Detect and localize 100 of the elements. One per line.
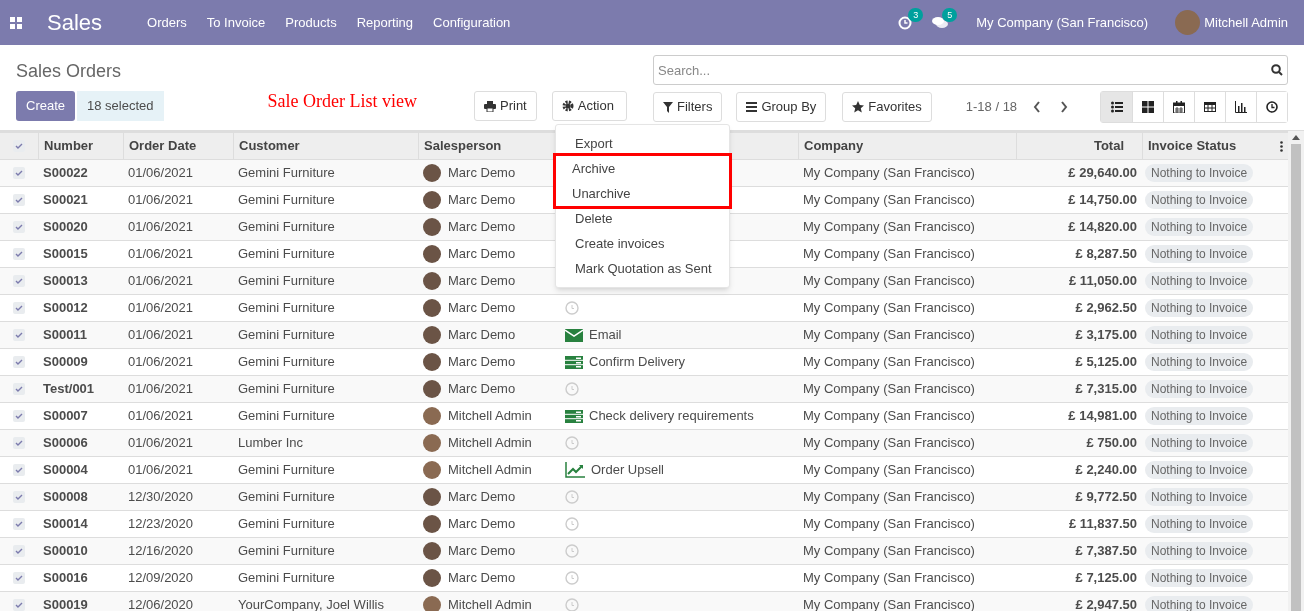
checkbox[interactable] xyxy=(13,572,25,584)
checkbox[interactable] xyxy=(13,248,25,260)
table-cell-text: £ 11,050.00 xyxy=(1069,272,1137,291)
avatar xyxy=(423,164,441,182)
table-cell-text: Mitchell Admin xyxy=(448,407,532,426)
checkbox[interactable] xyxy=(13,518,25,530)
checkbox[interactable] xyxy=(13,329,25,341)
checkbox[interactable] xyxy=(13,167,25,179)
menu-item[interactable]: To Invoice xyxy=(206,12,266,33)
checkbox[interactable] xyxy=(13,275,25,287)
menu-item[interactable]: Orders xyxy=(147,12,187,33)
server-icon[interactable] xyxy=(565,355,583,369)
view-switch-button[interactable] xyxy=(1101,92,1132,122)
chevron-left-icon[interactable] xyxy=(1033,101,1042,113)
table-cell-text: £ 5,125.00 xyxy=(1075,353,1137,372)
column-header[interactable]: Salesperson xyxy=(424,136,502,156)
menu-item[interactable]: Create invoices xyxy=(556,231,729,256)
company-switcher[interactable]: My Company (San Francisco) xyxy=(976,12,1149,33)
table-cell-text: S00014 xyxy=(43,515,88,534)
apps-grid-icon[interactable] xyxy=(10,16,22,29)
table-cell-text: £ 29,640.00 xyxy=(1068,164,1137,183)
table-cell-text: 12/16/2020 xyxy=(128,542,194,561)
search-field[interactable]: Search... xyxy=(653,55,1288,85)
table-cell-text: £ 7,125.00 xyxy=(1075,569,1137,588)
table-cell-text: S00016 xyxy=(43,569,88,588)
scrollbar[interactable] xyxy=(1288,131,1304,611)
table-cell-text: £ 750.00 xyxy=(1086,434,1137,453)
table-cell-text: £ 2,240.00 xyxy=(1075,461,1137,480)
table-cell-text: My Company (San Francisco) xyxy=(803,434,975,453)
table-cell-text: 12/09/2020 xyxy=(128,569,194,588)
table-cell-text: Gemini Furniture xyxy=(238,164,335,183)
table-cell-text: Marc Demo xyxy=(448,515,516,534)
checkbox[interactable] xyxy=(13,545,25,557)
checkbox[interactable] xyxy=(13,302,25,314)
avatar xyxy=(423,488,441,506)
table-cell-text: £ 2,962.50 xyxy=(1075,299,1137,318)
table-cell-text: My Company (San Francisco) xyxy=(803,164,975,183)
menu-item[interactable]: Mark Quotation as Sent xyxy=(556,256,729,281)
menu-item[interactable]: Products xyxy=(285,12,337,33)
table-cell-text: £ 14,820.00 xyxy=(1068,218,1137,237)
server-icon[interactable] xyxy=(565,409,583,423)
table-cell-text: Gemini Furniture xyxy=(238,299,335,318)
print-button[interactable]: Print xyxy=(474,91,537,121)
menu-item[interactable]: Delete xyxy=(556,206,729,231)
checkbox[interactable] xyxy=(13,383,25,395)
menu-item[interactable]: Configuration xyxy=(433,12,511,33)
checkbox[interactable] xyxy=(13,410,25,422)
table-cell-text: My Company (San Francisco) xyxy=(803,515,975,534)
checkbox[interactable] xyxy=(13,194,25,206)
checkbox[interactable] xyxy=(13,221,25,233)
avatar xyxy=(423,515,441,533)
table-cell-text: My Company (San Francisco) xyxy=(803,353,975,372)
filter-button[interactable]: Filters xyxy=(653,92,723,122)
column-header[interactable]: Customer xyxy=(239,136,300,156)
filter-button[interactable]: Favorites xyxy=(842,92,932,122)
table-cell-text: S00011 xyxy=(43,326,88,345)
menu-item[interactable]: Unarchive xyxy=(556,181,729,206)
trend-chart-icon[interactable] xyxy=(565,462,585,478)
table-cell-text: 01/06/2021 xyxy=(128,380,194,399)
table-cell-text: Marc Demo xyxy=(448,326,516,345)
avatar xyxy=(423,353,441,371)
column-header[interactable]: Total xyxy=(1093,136,1124,156)
checkbox[interactable] xyxy=(13,491,25,503)
column-header[interactable]: Invoice Status xyxy=(1148,136,1237,156)
selection-count: 18 selected xyxy=(77,91,164,121)
menu-item[interactable]: Reporting xyxy=(356,12,413,33)
avatar xyxy=(423,434,441,452)
menu-item[interactable]: Export xyxy=(556,131,729,156)
printer-icon xyxy=(484,100,496,112)
status-badge: Nothing to Invoice xyxy=(1145,245,1254,263)
column-header[interactable]: Number xyxy=(44,136,94,156)
create-button[interactable]: Create xyxy=(16,91,76,121)
clock-icon xyxy=(1266,101,1278,113)
checkbox[interactable] xyxy=(13,437,25,449)
table-cell-text: £ 7,315.00 xyxy=(1075,380,1137,399)
table-cell-text: Mitchell Admin xyxy=(448,596,532,611)
envelope-icon[interactable] xyxy=(565,328,583,342)
filter-button[interactable]: Group By xyxy=(736,92,827,122)
checkbox[interactable] xyxy=(13,599,25,611)
table-cell-text: 01/06/2021 xyxy=(128,299,194,318)
status-badge: Nothing to Invoice xyxy=(1145,380,1254,398)
status-badge: Nothing to Invoice xyxy=(1145,218,1254,236)
avatar xyxy=(423,569,441,587)
table-cell-text: £ 11,837.50 xyxy=(1069,515,1137,534)
user-menu[interactable]: Mitchell Admin xyxy=(1204,12,1288,33)
menu-item[interactable]: Archive xyxy=(556,156,729,181)
checkbox[interactable] xyxy=(13,464,25,476)
checkbox[interactable] xyxy=(13,140,25,152)
action-button[interactable]: Action xyxy=(551,91,627,121)
status-badge: Nothing to Invoice xyxy=(1145,434,1254,452)
column-header[interactable]: Order Date xyxy=(129,136,197,156)
table-cell-text: 01/06/2021 xyxy=(128,326,194,345)
view-switch-button[interactable] xyxy=(1256,92,1287,122)
chevron-right-icon[interactable] xyxy=(1060,101,1069,113)
list-icon xyxy=(1110,101,1123,113)
avatar xyxy=(423,299,441,317)
column-header[interactable]: Company xyxy=(804,136,864,156)
status-badge: Nothing to Invoice xyxy=(1145,542,1254,560)
table-cell-text: 12/30/2020 xyxy=(128,488,194,507)
checkbox[interactable] xyxy=(13,356,25,368)
